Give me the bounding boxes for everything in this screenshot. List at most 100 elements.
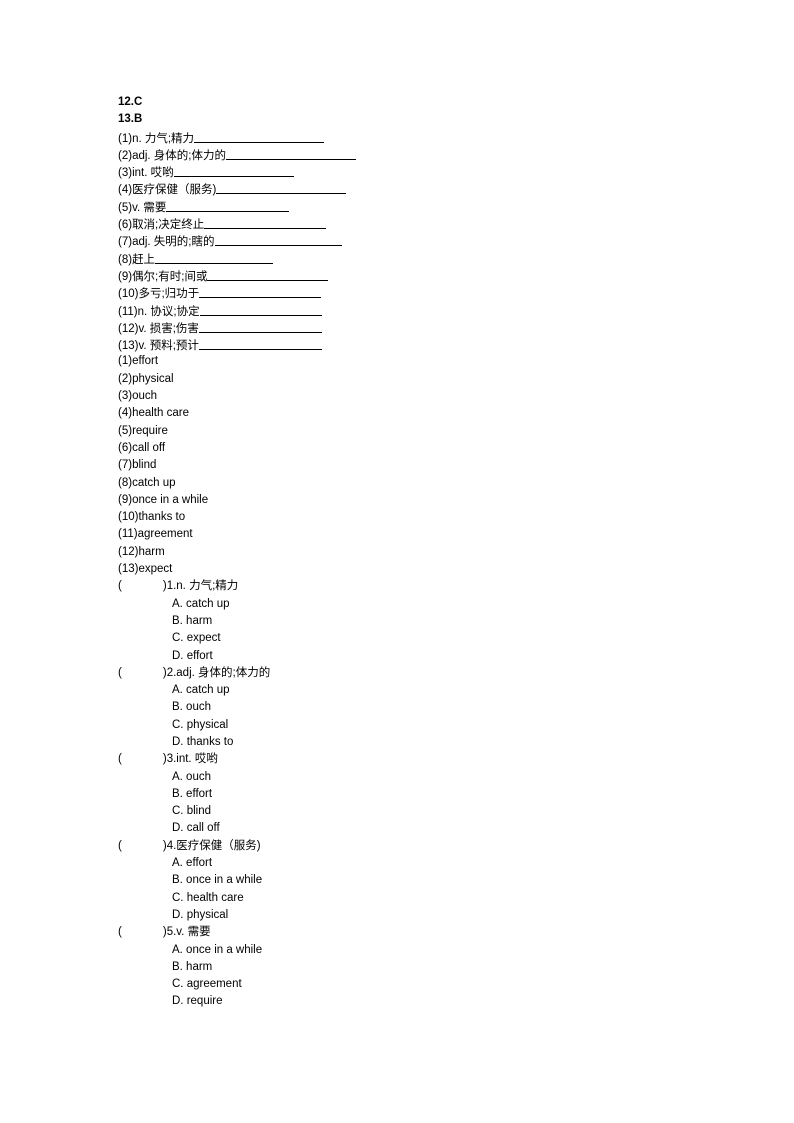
fill-in-blank-row: (2) adj. 身体的;体力的 (118, 146, 678, 163)
fill-in-blank-prompt: 偶尔;有时;间或 (132, 270, 208, 283)
answer-word-row: (8)catch up (118, 475, 678, 492)
question-option[interactable]: B. once in a while (118, 872, 678, 889)
fill-in-blank-underline[interactable] (166, 199, 290, 212)
fill-in-blank-underline[interactable] (194, 130, 325, 143)
fill-in-blank-underline[interactable] (214, 233, 342, 247)
question-stem: ()4.医疗保健（服务) (118, 838, 678, 855)
question-option[interactable]: C. agreement (118, 976, 678, 993)
answer-word-label: (9) (118, 493, 133, 506)
answer-word-label: (10) (118, 511, 139, 524)
answer-word-row: (2)physical (118, 371, 678, 388)
answer-word-value: blind (132, 459, 157, 472)
question-option[interactable]: A. ouch (118, 769, 678, 786)
fill-in-blank-prompt: adj. 失明的;瞎的 (132, 236, 215, 249)
question-option[interactable]: B. effort (118, 786, 678, 803)
question-stem: ()2.adj. 身体的;体力的 (118, 665, 678, 682)
answer-letter-row: 13.B (118, 111, 678, 128)
fill-in-blank-underline[interactable] (204, 216, 327, 230)
question-number: 2. (166, 666, 177, 679)
multiple-choice-section: ()1.n. 力气;精力 A. catch up B. harm C. expect D… (118, 578, 678, 1010)
answer-word-label: (7) (118, 459, 133, 472)
question-number: 5. (166, 926, 177, 939)
fill-in-blank-prompt: 赶上 (132, 253, 156, 266)
fill-in-blank-row: (7) adj. 失明的;瞎的 (118, 232, 678, 249)
question-option[interactable]: B. harm (118, 959, 678, 976)
question-option[interactable]: C. expect (118, 630, 678, 647)
question-option[interactable]: A. catch up (118, 596, 678, 613)
answer-word-row: (7)blind (118, 457, 678, 474)
fill-in-blank-label: (9) (118, 270, 133, 283)
question-text: 医疗保健（服务) (176, 839, 261, 852)
answer-letter-row: 12.C (118, 94, 678, 111)
answer-letter-value: B (134, 113, 143, 126)
fill-in-blank-underline[interactable] (198, 320, 322, 333)
fill-in-blank-prompt: 医疗保健（服务) (132, 184, 217, 197)
fill-in-blank-label: (10) (118, 288, 139, 301)
question-option[interactable]: D. physical (118, 907, 678, 924)
fill-in-blank-label: (5) (118, 201, 133, 214)
answer-word-label: (13) (118, 563, 139, 576)
question-option[interactable]: A. catch up (118, 682, 678, 699)
question-number: 3. (166, 753, 177, 766)
fill-in-blank-prompt: adj. 身体的;体力的 (132, 149, 226, 162)
fill-in-blank-prompt: v. 损害;伤害 (138, 322, 199, 335)
answer-word-row: (10)thanks to (118, 509, 678, 526)
fill-in-blank-row: (3) int. 哎哟 (118, 163, 678, 180)
answer-letter-number: 12. (118, 96, 134, 108)
fill-in-blank-prompt: 多亏;归功于 (138, 288, 200, 301)
question-option[interactable]: B. ouch (118, 699, 678, 716)
fill-in-blank-label: (11) (118, 305, 138, 318)
fill-in-blank-underline[interactable] (207, 268, 329, 281)
question-option[interactable]: A. once in a while (118, 942, 678, 959)
answer-word-row: (13)expect (118, 561, 678, 578)
document-content: 12.C 13.B (1) n. 力气;精力 (2) adj. 身体的;体力的 (3) in… (118, 94, 678, 1011)
answer-word-value: thanks to (138, 511, 186, 524)
question-option[interactable]: D. effort (118, 648, 678, 665)
question-option[interactable]: C. blind (118, 803, 678, 820)
answer-bracket-open: ( (118, 839, 122, 852)
fill-in-blank-underline[interactable] (226, 147, 356, 160)
answer-word-label: (3) (118, 390, 133, 403)
question-option[interactable]: B. harm (118, 613, 678, 630)
fill-in-blank-underline[interactable] (198, 337, 322, 351)
question-text: v. 需要 (176, 926, 211, 939)
question-text: adj. 身体的;体力的 (176, 666, 271, 679)
fill-in-blank-row: (6) 取消;决定终止 (118, 215, 678, 232)
answer-word-row: (12)harm (118, 544, 678, 561)
fill-in-blank-underline[interactable] (155, 251, 274, 264)
fill-in-blank-label: (6) (118, 219, 133, 232)
question-option[interactable]: D. thanks to (118, 734, 678, 751)
fill-in-blank-underline[interactable] (216, 181, 347, 195)
answer-word-row: (1)effort (118, 353, 678, 370)
answer-word-list-section: (1)effort (2)physical (3)ouch (4)health car… (118, 353, 678, 578)
fill-in-blank-row: (12) v. 损害;伤害 (118, 319, 678, 336)
question-option[interactable]: D. call off (118, 820, 678, 837)
fill-in-blank-underline[interactable] (199, 303, 322, 316)
fill-in-blank-row: (9) 偶尔;有时;间或 (118, 267, 678, 284)
fill-in-blank-section: (1) n. 力气;精力 (2) adj. 身体的;体力的 (3) int. 哎哟 (4) 医… (118, 129, 678, 354)
fill-in-blank-row: (1) n. 力气;精力 (118, 129, 678, 146)
question-stem: ()1.n. 力气;精力 (118, 578, 678, 595)
answer-word-label: (8) (118, 476, 133, 489)
question-text: n. 力气;精力 (176, 580, 239, 593)
fill-in-blank-row: (5) v. 需要 (118, 198, 678, 215)
question-option[interactable]: C. physical (118, 717, 678, 734)
fill-in-blank-underline[interactable] (199, 285, 322, 299)
answer-word-row: (5)require (118, 423, 678, 440)
fill-in-blank-label: (12) (118, 322, 139, 335)
fill-in-blank-prompt: int. 哎哟 (132, 167, 174, 180)
multiple-choice-question: ()4.医疗保健（服务) A. effort B. once in a while C… (118, 838, 678, 924)
answer-word-value: agreement (137, 528, 193, 541)
question-option[interactable]: D. require (118, 993, 678, 1010)
answer-word-value: harm (138, 545, 165, 558)
answer-word-value: catch up (132, 476, 176, 489)
fill-in-blank-prompt: n. 力气;精力 (132, 132, 195, 145)
question-option[interactable]: C. health care (118, 890, 678, 907)
answer-word-value: effort (132, 355, 159, 368)
answer-word-value: once in a while (132, 493, 209, 506)
answer-word-label: (2) (118, 372, 133, 385)
question-stem: ()5.v. 需要 (118, 924, 678, 941)
fill-in-blank-underline[interactable] (173, 164, 294, 178)
fill-in-blank-row: (10) 多亏;归功于 (118, 284, 678, 301)
question-option[interactable]: A. effort (118, 855, 678, 872)
